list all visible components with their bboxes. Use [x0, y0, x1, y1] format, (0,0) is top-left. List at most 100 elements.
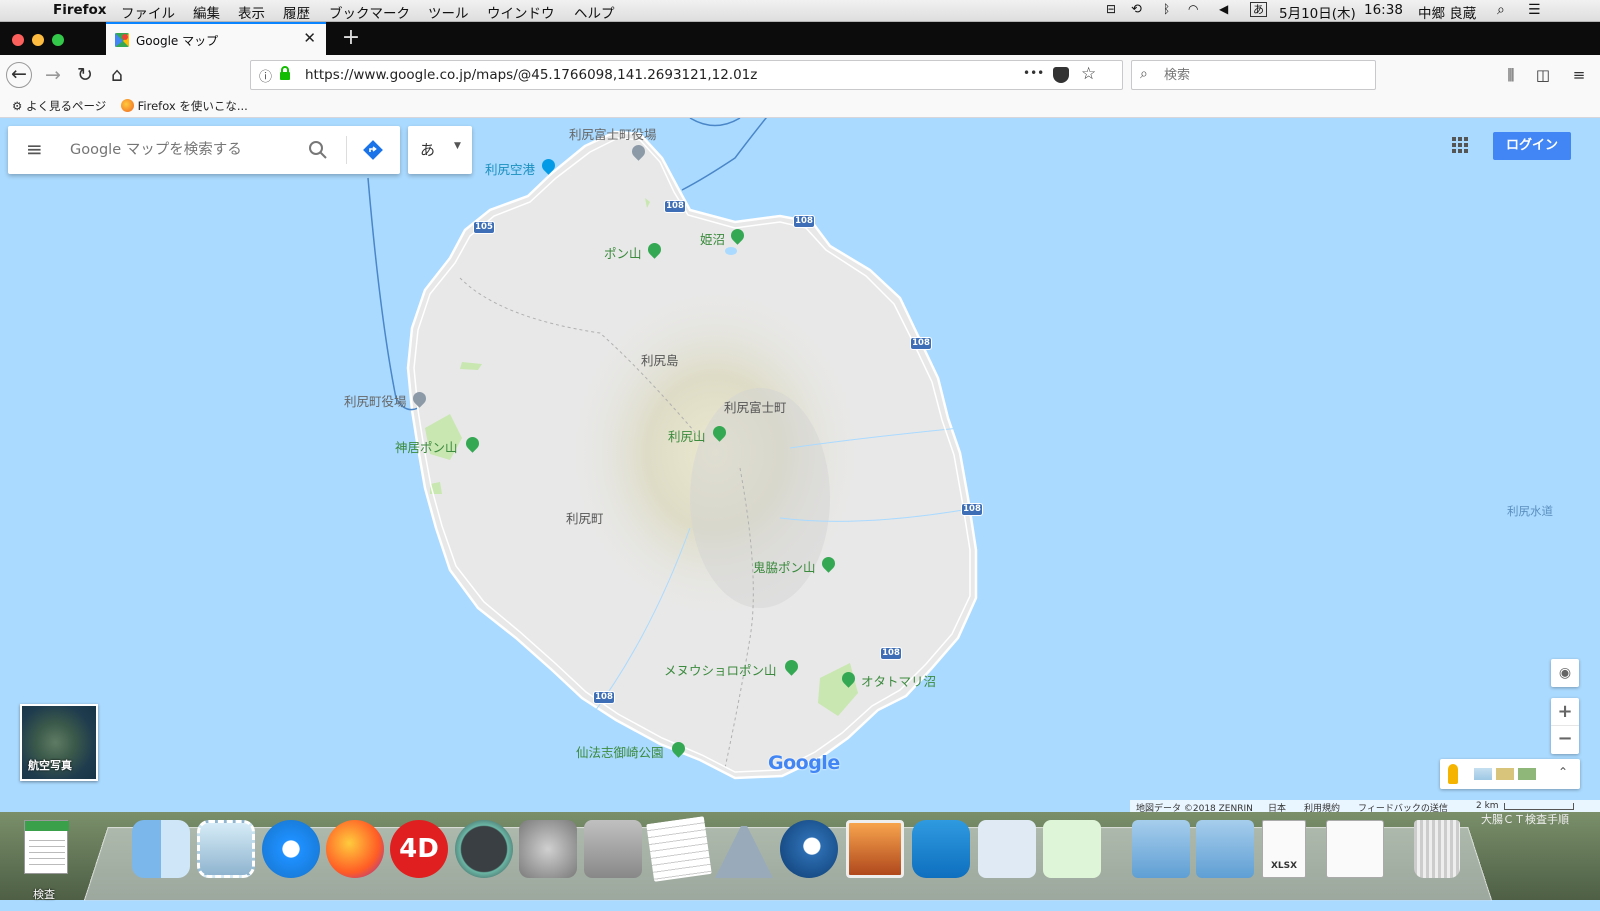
label-menushoro-ponyama[interactable]: メヌウショロポン山 [664, 660, 777, 679]
menu-tools[interactable]: ツール [428, 2, 469, 22]
web-search-bar[interactable]: ⌕ [1131, 60, 1376, 90]
reload-icon[interactable]: ↻ [72, 62, 98, 88]
label-otatomari-pond[interactable]: オタトマリ沼 [861, 671, 936, 690]
label-senposhi-park[interactable]: 仙法志御崎公園 [576, 742, 664, 761]
open-menu-icon[interactable]: ≡ [1566, 62, 1592, 88]
image-capture-icon[interactable] [846, 820, 904, 878]
menu-view[interactable]: 表示 [238, 2, 265, 22]
label-rishiri-island[interactable]: 利尻島 [641, 350, 679, 369]
menu-app-firefox[interactable]: Firefox [53, 2, 107, 18]
minimize-window-button[interactable] [32, 34, 44, 46]
notification-center-icon[interactable]: ☰ [1528, 2, 1541, 18]
applications-folder-icon[interactable] [1132, 820, 1190, 878]
finder-icon[interactable] [132, 820, 190, 878]
textedit-icon[interactable] [646, 816, 712, 882]
layer-thumb-2-icon[interactable] [1496, 768, 1514, 780]
label-rishirifuji-town[interactable]: 利尻富士町 [724, 397, 787, 416]
bookmark-firefox-guide[interactable]: Firefox を使いこな... [121, 98, 248, 114]
menu-edit[interactable]: 編集 [193, 2, 220, 22]
layer-thumb-1-icon[interactable] [1474, 768, 1492, 780]
terms-link[interactable]: 利用規約 [1304, 801, 1340, 812]
close-window-button[interactable] [12, 34, 24, 46]
disk-utility-icon[interactable] [584, 820, 642, 878]
directions-icon[interactable] [362, 139, 384, 161]
url-text[interactable]: https://www.google.co.jp/maps/@45.176609… [305, 67, 757, 83]
forward-arrow-icon[interactable]: → [40, 62, 66, 88]
bluetooth-icon[interactable]: ᛒ [1163, 2, 1170, 16]
status-menu-icon[interactable]: ⊟ [1106, 2, 1116, 16]
label-rishiri-airport[interactable]: 利尻空港 [485, 159, 535, 178]
maps-search-icon[interactable] [308, 140, 328, 160]
input-language-button[interactable]: あ ▼ [408, 126, 472, 174]
calc-app-icon[interactable] [1043, 820, 1101, 878]
map-canvas[interactable]: ≡ あ ▼ ログイン 利尻富士町役場 利尻空港 姫沼 ポン山 利尻島 利尻富士町… [0, 118, 1600, 812]
document-4d-icon[interactable] [1326, 820, 1384, 878]
xlsx-file-icon[interactable]: XLSX [1262, 820, 1306, 878]
back-arrow-icon[interactable]: ← [6, 62, 32, 88]
trash-icon[interactable] [1414, 820, 1460, 878]
spotlight-icon[interactable]: ⌕ [1497, 2, 1505, 18]
time-machine-icon[interactable]: ⟲ [1131, 2, 1142, 17]
my-location-button[interactable]: ◉ [1551, 659, 1579, 687]
label-rishirifuji-town-office[interactable]: 利尻富士町役場 [569, 124, 657, 143]
label-himenuma[interactable]: 姫沼 [700, 229, 725, 248]
satellite-view-toggle[interactable]: 航空写真 [20, 704, 98, 781]
label-kamui-ponyama[interactable]: 神居ポン山 [395, 437, 458, 456]
zoom-window-button[interactable] [52, 34, 64, 46]
input-method-indicator[interactable]: あ [1250, 2, 1267, 17]
menubar-user[interactable]: 中郷 良蔵 [1418, 2, 1476, 22]
maps-search-input[interactable] [68, 139, 298, 161]
scale-label[interactable]: 2 km [1476, 801, 1499, 811]
menu-window[interactable]: ウインドウ [487, 2, 555, 22]
volume-icon[interactable]: ◀ [1219, 2, 1228, 16]
feedback-link[interactable]: フィードバックの送信 [1358, 801, 1448, 812]
info-icon[interactable]: ⓘ [259, 66, 272, 85]
label-ponyama[interactable]: ポン山 [604, 243, 642, 262]
layer-thumb-3-icon[interactable] [1518, 768, 1536, 780]
zoom-out-button[interactable]: − [1551, 726, 1579, 754]
label-mount-rishiri[interactable]: 利尻山 [668, 426, 706, 445]
maps-search-box: ≡ [8, 126, 400, 174]
label-rishiri-town[interactable]: 利尻町 [566, 508, 604, 527]
pegman-icon[interactable] [1448, 764, 1458, 784]
thunderbird-icon[interactable] [780, 820, 838, 878]
desktop-spreadsheet-icon[interactable] [24, 820, 68, 874]
menubar-date[interactable]: 5月10日(木) [1279, 2, 1356, 22]
zoom-in-button[interactable]: + [1551, 698, 1579, 726]
hamburger-menu-icon[interactable]: ≡ [26, 137, 43, 161]
system-preferences-icon[interactable] [519, 820, 577, 878]
chevron-up-icon[interactable]: ⌃ [1558, 765, 1568, 779]
page-actions-icon[interactable]: ••• [1023, 66, 1044, 80]
login-button[interactable]: ログイン [1493, 132, 1571, 160]
label-rishiri-channel[interactable]: 利尻水道 [1507, 503, 1553, 519]
menu-bookmarks[interactable]: ブックマーク [329, 2, 410, 22]
tab-google-maps[interactable]: Google マップ ✕ [106, 22, 326, 55]
firefox-icon[interactable] [326, 820, 384, 878]
documents-folder-icon[interactable] [1196, 820, 1254, 878]
home-icon[interactable]: ⌂ [104, 62, 130, 88]
library-icon[interactable]: ⫼ [1498, 62, 1524, 88]
label-rishiri-town-office[interactable]: 利尻町役場 [344, 391, 407, 410]
menu-help[interactable]: ヘルプ [574, 2, 615, 22]
menu-history[interactable]: 履歴 [283, 2, 310, 22]
google-apps-icon[interactable] [1452, 137, 1468, 153]
writer-app-icon[interactable] [978, 820, 1036, 878]
bookmark-star-icon[interactable]: ☆ [1081, 64, 1096, 84]
address-bar[interactable]: ⓘ https://www.google.co.jp/maps/@45.1766… [250, 60, 1123, 90]
time-machine-app-icon[interactable] [455, 820, 513, 878]
menubar-time[interactable]: 16:38 [1364, 2, 1403, 18]
tab-close-icon[interactable]: ✕ [303, 29, 316, 47]
sidebar-icon[interactable]: ◫ [1530, 62, 1556, 88]
app-4d-icon[interactable]: 4D [390, 820, 448, 878]
web-search-input[interactable] [1162, 65, 1362, 85]
pocket-icon[interactable] [1053, 67, 1069, 83]
label-kiwaki-ponyama[interactable]: 鬼脇ポン山 [753, 557, 816, 576]
safari-icon[interactable] [262, 820, 320, 878]
country-link[interactable]: 日本 [1268, 801, 1286, 812]
teamviewer-icon[interactable] [912, 820, 970, 878]
bookmark-most-visited[interactable]: ⚙ よく見るページ [12, 98, 106, 114]
wifi-icon[interactable]: ◠ [1188, 2, 1198, 16]
mail-stamp-icon[interactable] [197, 820, 255, 878]
new-tab-button[interactable]: + [337, 22, 365, 55]
menu-file[interactable]: ファイル [121, 2, 175, 22]
